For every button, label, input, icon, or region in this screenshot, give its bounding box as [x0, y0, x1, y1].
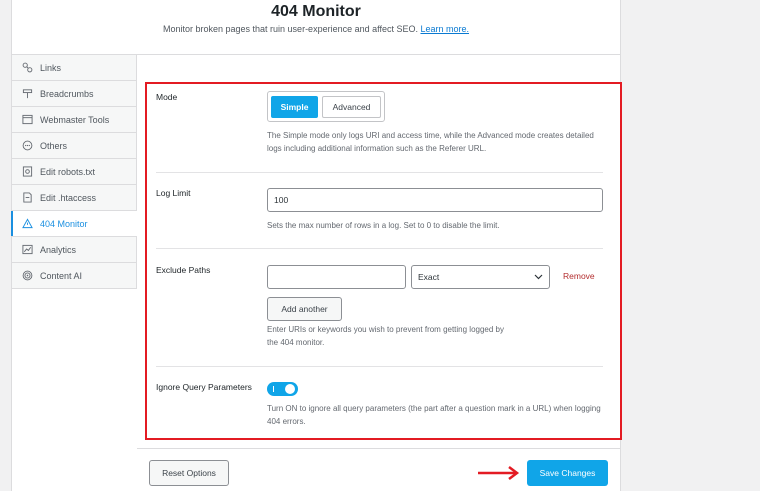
- sidebar-item-edit-htaccess[interactable]: Edit .htaccess: [12, 185, 136, 211]
- robot-file-icon: [22, 166, 33, 177]
- ignore-query-help-text: Turn ON to ignore all query parameters (…: [267, 404, 601, 426]
- circle-dots-icon: [22, 140, 33, 151]
- match-type-value: Exact: [418, 272, 440, 282]
- ignore-query-row: [147, 378, 620, 398]
- sidebar-item-label: Edit .htaccess: [40, 192, 97, 203]
- fingerprint-icon: [22, 270, 33, 281]
- settings-footer: Reset Options Save Changes: [137, 448, 620, 491]
- sidebar-item-label: Content AI: [40, 270, 83, 281]
- match-type-select[interactable]: Exact: [411, 265, 550, 289]
- sidebar-item-links[interactable]: Links: [12, 55, 136, 81]
- sidebar-nav: Links Breadcrumbs Webmaster Tools Others…: [11, 55, 137, 289]
- settings-panel: 404 Monitor Monitor broken pages that ru…: [11, 0, 622, 491]
- mode-help-text: The Simple mode only logs URI and access…: [267, 131, 594, 153]
- sidebar-item-label: Breadcrumbs: [40, 88, 94, 99]
- log-limit-help-text: Sets the max number of rows in a log. Se…: [267, 221, 500, 230]
- divider: [156, 172, 603, 173]
- mode-advanced-button[interactable]: Advanced: [322, 95, 381, 118]
- sidebar-item-webmaster-tools[interactable]: Webmaster Tools: [12, 107, 136, 133]
- mode-simple-button[interactable]: Simple: [271, 95, 318, 118]
- page-subtitle-text: Monitor broken pages that ruin user-expe…: [162, 24, 418, 34]
- mode-label: Mode: [156, 92, 178, 102]
- divider: [156, 366, 603, 367]
- page-title: 404 Monitor: [271, 3, 361, 20]
- sidebar-item-label: 404 Monitor: [40, 218, 88, 229]
- page-header: 404 Monitor Monitor broken pages that ru…: [12, 0, 620, 55]
- sidebar-item-others[interactable]: Others: [12, 133, 136, 159]
- sidebar-item-label: Edit robots.txt: [40, 166, 96, 177]
- sidebar-item-label: Analytics: [40, 244, 77, 255]
- warning-triangle-icon: [22, 218, 33, 229]
- sidebar-item-analytics[interactable]: Analytics: [12, 237, 136, 263]
- exclude-paths-label: Exclude Paths: [156, 265, 211, 275]
- sidebar-item-content-ai[interactable]: Content AI: [12, 263, 136, 289]
- browser-window-icon: [22, 114, 33, 125]
- ignore-query-toggle[interactable]: [267, 382, 298, 396]
- learn-more-link[interactable]: Learn more.: [420, 24, 469, 34]
- log-limit-label: Log Limit: [156, 188, 191, 198]
- sidebar-item-404-monitor[interactable]: 404 Monitor: [11, 211, 137, 237]
- sidebar-item-edit-robots[interactable]: Edit robots.txt: [12, 159, 136, 185]
- sidebar-item-label: Links: [40, 62, 62, 73]
- chevron-down-icon: [534, 272, 543, 282]
- sidebar-item-label: Others: [40, 140, 68, 151]
- sidebar-item-label: Webmaster Tools: [40, 114, 110, 125]
- file-icon: [22, 192, 33, 203]
- chart-icon: [22, 244, 33, 255]
- add-another-button[interactable]: Add another: [267, 297, 342, 321]
- reset-options-button[interactable]: Reset Options: [149, 460, 229, 486]
- sidebar-item-breadcrumbs[interactable]: Breadcrumbs: [12, 81, 136, 107]
- divider: [156, 248, 603, 249]
- toggle-knob: [285, 384, 295, 394]
- link-icon: [22, 62, 33, 73]
- toggle-on-mark: [273, 386, 274, 392]
- exclude-paths-help-text: Enter URIs or keywords you wish to preve…: [267, 325, 504, 347]
- save-changes-button[interactable]: Save Changes: [527, 460, 608, 486]
- arrow-annotation-icon: [478, 466, 520, 480]
- mode-segmented-control: Simple Advanced: [267, 91, 385, 122]
- settings-content: Mode Simple Advanced The Simple mode onl…: [137, 55, 622, 491]
- signpost-icon: [22, 88, 33, 99]
- exclude-path-input[interactable]: [267, 265, 406, 289]
- highlight-box-annotation: Mode Simple Advanced The Simple mode onl…: [145, 82, 622, 440]
- log-limit-input[interactable]: 100: [267, 188, 603, 212]
- page-subtitle: Monitor broken pages that ruin user-expe…: [12, 24, 620, 34]
- remove-path-link[interactable]: Remove: [563, 271, 595, 281]
